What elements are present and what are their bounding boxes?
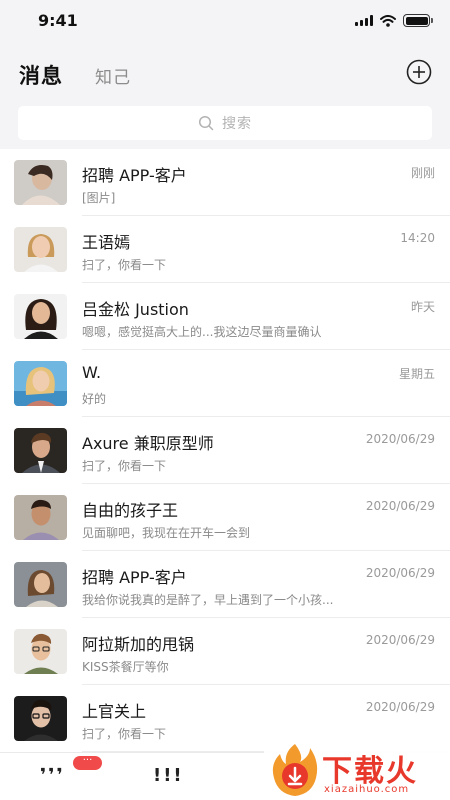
flame-logo-icon xyxy=(272,744,318,796)
conversation-list: 招聘 APP-客户 [图片] 刚刚 王语嫣 扫了，你看一下 14:20 吕金松 … xyxy=(0,149,450,752)
conversation-row[interactable]: 招聘 APP-客户 [图片] 刚刚 xyxy=(0,149,450,216)
message-preview: 见面聊吧，我现在在开车一会到 xyxy=(82,526,251,540)
message-preview: 我给你说我真的是醉了，早上遇到了一个小孩... xyxy=(82,593,334,607)
message-time: 刚刚 xyxy=(410,166,435,180)
status-icons xyxy=(355,14,433,27)
search-input[interactable]: 搜索 xyxy=(18,106,432,140)
conversation-row[interactable]: 阿拉斯加的甩锅 KISS茶餐厅等你 2020/06/29 xyxy=(0,618,450,685)
header: 消息 知己 xyxy=(0,40,450,102)
avatar xyxy=(14,629,67,674)
message-time: 2020/06/29 xyxy=(365,499,435,513)
contact-name: Axure 兼职原型师 xyxy=(82,434,214,453)
status-bar: 9:41 xyxy=(0,0,450,40)
message-time: 2020/06/29 xyxy=(365,432,435,446)
contact-name: 自由的孩子王 xyxy=(82,501,179,520)
avatar xyxy=(14,294,67,339)
message-time: 14:20 xyxy=(400,231,435,245)
avatar xyxy=(14,696,67,741)
message-time: 昨天 xyxy=(410,300,435,314)
avatar xyxy=(14,562,67,607)
tab-alerts-icon[interactable]: !!! xyxy=(153,765,184,786)
message-time: 2020/06/29 xyxy=(365,633,435,647)
message-time: 2020/06/29 xyxy=(365,566,435,580)
wifi-icon xyxy=(380,14,396,27)
conversation-row[interactable]: 吕金松 Justion 嗯嗯，感觉挺高大上的...我这边尽量商量确认 昨天 xyxy=(0,283,450,350)
message-time: 星期五 xyxy=(398,367,435,381)
conversation-row[interactable]: 自由的孩子王 见面聊吧，我现在在开车一会到 2020/06/29 xyxy=(0,484,450,551)
conversation-row[interactable]: 招聘 APP-客户 我给你说我真的是醉了，早上遇到了一个小孩... 2020/0… xyxy=(0,551,450,618)
search-placeholder: 搜索 xyxy=(222,116,252,132)
message-preview: 扫了，你看一下 xyxy=(82,727,167,741)
tab-confidants[interactable]: 知己 xyxy=(95,63,131,88)
top-area: 9:41 消息 知己 搜索 xyxy=(0,0,450,149)
battery-icon xyxy=(403,14,433,27)
avatar xyxy=(14,227,67,272)
unread-badge: ··· xyxy=(73,756,102,770)
contact-name: 王语嫣 xyxy=(82,233,131,252)
tab-messages-icon[interactable]: ❜❜❜ xyxy=(40,765,65,786)
plus-circle-icon[interactable] xyxy=(406,59,432,85)
watermark-url: xiazaihuo.com xyxy=(324,784,410,795)
contact-name: 上官关上 xyxy=(82,702,147,721)
contact-name: 招聘 APP-客户 xyxy=(82,568,187,587)
message-preview: 扫了，你看一下 xyxy=(82,258,167,272)
message-preview: [图片] xyxy=(82,191,116,205)
avatar xyxy=(14,428,67,473)
tab-messages[interactable]: 消息 xyxy=(19,60,63,90)
conversation-row[interactable]: 王语嫣 扫了，你看一下 14:20 xyxy=(0,216,450,283)
message-preview: 扫了，你看一下 xyxy=(82,459,167,473)
message-time: 2020/06/29 xyxy=(365,700,435,714)
conversation-row[interactable]: Axure 兼职原型师 扫了，你看一下 2020/06/29 xyxy=(0,417,450,484)
message-preview: KISS茶餐厅等你 xyxy=(82,660,169,674)
signal-icon xyxy=(355,15,373,26)
contact-name: 阿拉斯加的甩锅 xyxy=(82,635,195,654)
watermark: 下载火 xiazaihuo.com xyxy=(264,740,450,800)
message-preview: 好的 xyxy=(82,392,107,406)
status-time: 9:41 xyxy=(38,11,78,30)
avatar xyxy=(14,361,67,406)
conversation-row[interactable]: W. 好的 星期五 xyxy=(0,350,450,417)
avatar xyxy=(14,495,67,540)
search-icon xyxy=(198,115,214,131)
message-preview: 嗯嗯，感觉挺高大上的...我这边尽量商量确认 xyxy=(82,325,322,339)
contact-name: W. xyxy=(82,363,102,382)
avatar xyxy=(14,160,67,205)
contact-name: 吕金松 Justion xyxy=(82,300,189,319)
contact-name: 招聘 APP-客户 xyxy=(82,166,187,185)
